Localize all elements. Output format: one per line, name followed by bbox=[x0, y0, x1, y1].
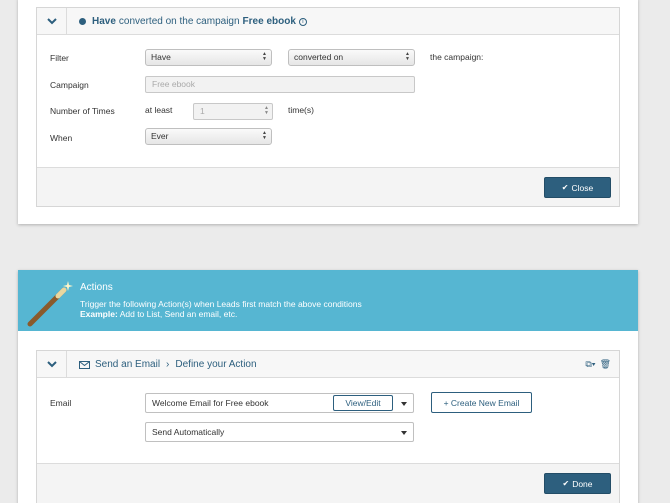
copy-icon[interactable]: ⧉▾ bbox=[585, 359, 595, 370]
times-input-value: 1 bbox=[200, 106, 205, 116]
close-button[interactable]: ✔ Close bbox=[544, 177, 611, 198]
times-unit: time(s) bbox=[288, 105, 314, 115]
times-input[interactable]: 1 ▲ ▼ bbox=[193, 103, 273, 120]
actions-card: Actions Trigger the following Action(s) … bbox=[18, 270, 638, 503]
action-panel-header[interactable]: Send an Email › Define your Action ⧉▾ 🗑 bbox=[37, 351, 619, 378]
times-operator: at least bbox=[145, 105, 173, 115]
create-new-email-button[interactable]: + Create New Email bbox=[431, 392, 532, 413]
trash-icon[interactable]: 🗑 bbox=[600, 359, 611, 370]
action-name: Send an Email bbox=[95, 359, 161, 370]
caret-down-icon bbox=[401, 431, 407, 435]
action-panel-title: Send an Email › Define your Action bbox=[79, 351, 257, 378]
filter-panel: Have converted on the campaign Free eboo… bbox=[36, 7, 620, 207]
updown-arrows-icon: ▲ ▼ bbox=[262, 51, 267, 62]
info-icon[interactable]: i bbox=[298, 17, 307, 26]
chevron-down-icon bbox=[46, 361, 57, 368]
done-button[interactable]: ✔ Done bbox=[544, 473, 611, 494]
filter-action-select[interactable]: converted on ▲ ▼ bbox=[288, 49, 415, 66]
filter-panel-title: Have converted on the campaign Free eboo… bbox=[79, 8, 307, 35]
action-step: Define your Action bbox=[175, 359, 257, 370]
when-select-value: Ever bbox=[151, 131, 169, 141]
bullet-icon bbox=[79, 18, 86, 25]
collapse-toggle[interactable] bbox=[37, 8, 67, 35]
filter-select[interactable]: Have ▲ ▼ bbox=[145, 49, 272, 66]
action-panel-footer: ✔ Done bbox=[37, 463, 619, 503]
send-mode-select[interactable]: Send Automatically bbox=[145, 422, 414, 442]
chevron-down-icon bbox=[46, 18, 57, 25]
filter-action-value: converted on bbox=[294, 52, 344, 62]
header-middle: converted on the campaign bbox=[118, 16, 240, 27]
updown-arrows-icon: ▲ ▼ bbox=[405, 51, 410, 62]
done-button-label: Done bbox=[572, 478, 593, 489]
when-label: When bbox=[50, 133, 73, 143]
filter-panel-header[interactable]: Have converted on the campaign Free eboo… bbox=[37, 8, 619, 35]
filter-panel-footer: ✔ Close bbox=[37, 167, 619, 206]
updown-arrows-icon: ▲ ▼ bbox=[262, 130, 267, 141]
envelope-icon bbox=[79, 360, 90, 369]
action-header-tools: ⧉▾ 🗑 bbox=[585, 351, 611, 378]
example-label: Example: bbox=[80, 309, 118, 319]
action-panel: Send an Email › Define your Action ⧉▾ 🗑 … bbox=[36, 350, 620, 503]
check-icon: ✔ bbox=[561, 183, 569, 192]
campaign-label: Campaign bbox=[50, 80, 89, 90]
header-prefix: Have bbox=[92, 16, 116, 27]
example-text: Add to List, Send an email, etc. bbox=[119, 309, 238, 319]
email-label: Email bbox=[50, 398, 72, 408]
stepper-icon[interactable]: ▲ ▼ bbox=[264, 106, 269, 116]
the-campaign-label: the campaign: bbox=[430, 52, 484, 62]
filter-select-value: Have bbox=[151, 52, 171, 62]
campaign-input[interactable]: Free ebook bbox=[145, 76, 415, 93]
email-select-value: Welcome Email for Free ebook bbox=[152, 398, 269, 408]
filter-label: Filter bbox=[50, 53, 69, 63]
when-select[interactable]: Ever ▲ ▼ bbox=[145, 128, 272, 145]
check-icon: ✔ bbox=[562, 479, 570, 488]
collapse-toggle[interactable] bbox=[37, 351, 67, 378]
filter-card: Have converted on the campaign Free eboo… bbox=[18, 0, 638, 224]
header-campaign: Free ebook bbox=[242, 16, 296, 27]
actions-description: Trigger the following Action(s) when Lea… bbox=[80, 299, 362, 309]
view-edit-button[interactable]: View/Edit bbox=[333, 395, 393, 411]
send-mode-value: Send Automatically bbox=[152, 427, 225, 437]
actions-title: Actions bbox=[80, 282, 113, 293]
times-label: Number of Times bbox=[50, 106, 115, 116]
magic-wand-icon bbox=[27, 281, 73, 327]
breadcrumb-separator: › bbox=[166, 359, 170, 370]
actions-banner: Actions Trigger the following Action(s) … bbox=[18, 270, 638, 331]
caret-down-icon bbox=[401, 402, 407, 406]
actions-example: Example: Add to List, Send an email, etc… bbox=[80, 309, 237, 319]
close-button-label: Close bbox=[571, 182, 594, 193]
